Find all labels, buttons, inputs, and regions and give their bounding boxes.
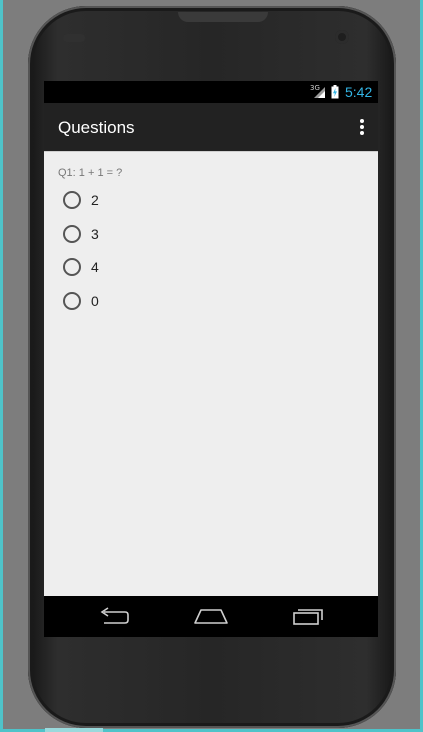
signal-icon [314, 87, 325, 98]
window-edge-left [0, 0, 3, 732]
phone-top-notch [178, 12, 268, 22]
action-bar: Questions [44, 103, 378, 151]
front-camera [335, 30, 349, 44]
battery-charging-icon [331, 85, 339, 99]
answer-option-1[interactable]: 2 [61, 187, 261, 213]
home-icon [194, 609, 228, 624]
radio-button-icon[interactable] [63, 258, 81, 276]
home-button[interactable] [191, 604, 231, 628]
overflow-menu-button[interactable] [352, 115, 372, 139]
answer-option-label: 4 [91, 259, 99, 275]
question-label: Q1: 1 + 1 = ? [58, 167, 123, 179]
answer-option-label: 2 [91, 192, 99, 208]
speaker-grille [63, 34, 85, 42]
back-button[interactable] [94, 604, 134, 628]
navigation-bar [44, 596, 378, 637]
radio-button-icon[interactable] [63, 292, 81, 310]
answer-option-2[interactable]: 3 [61, 221, 261, 247]
answer-option-label: 0 [91, 293, 99, 309]
recent-apps-icon [293, 609, 323, 625]
radio-button-icon[interactable] [63, 191, 81, 209]
radio-button-icon[interactable] [63, 225, 81, 243]
recent-apps-button[interactable] [288, 604, 328, 628]
answer-option-3[interactable]: 4 [61, 254, 261, 280]
answer-option-label: 3 [91, 226, 99, 242]
device-screen: 3G 5:42 Questions Q1: 1 + 1 = ? 2 3 4 0 [44, 81, 378, 637]
status-bar: 3G 5:42 [44, 81, 378, 103]
page-title: Questions [58, 118, 135, 137]
back-icon [100, 607, 129, 624]
question-content: Q1: 1 + 1 = ? 2 3 4 0 [44, 151, 378, 596]
status-clock: 5:42 [345, 84, 373, 100]
bottom-tab-indicator [45, 728, 103, 732]
answer-option-4[interactable]: 0 [61, 288, 261, 314]
